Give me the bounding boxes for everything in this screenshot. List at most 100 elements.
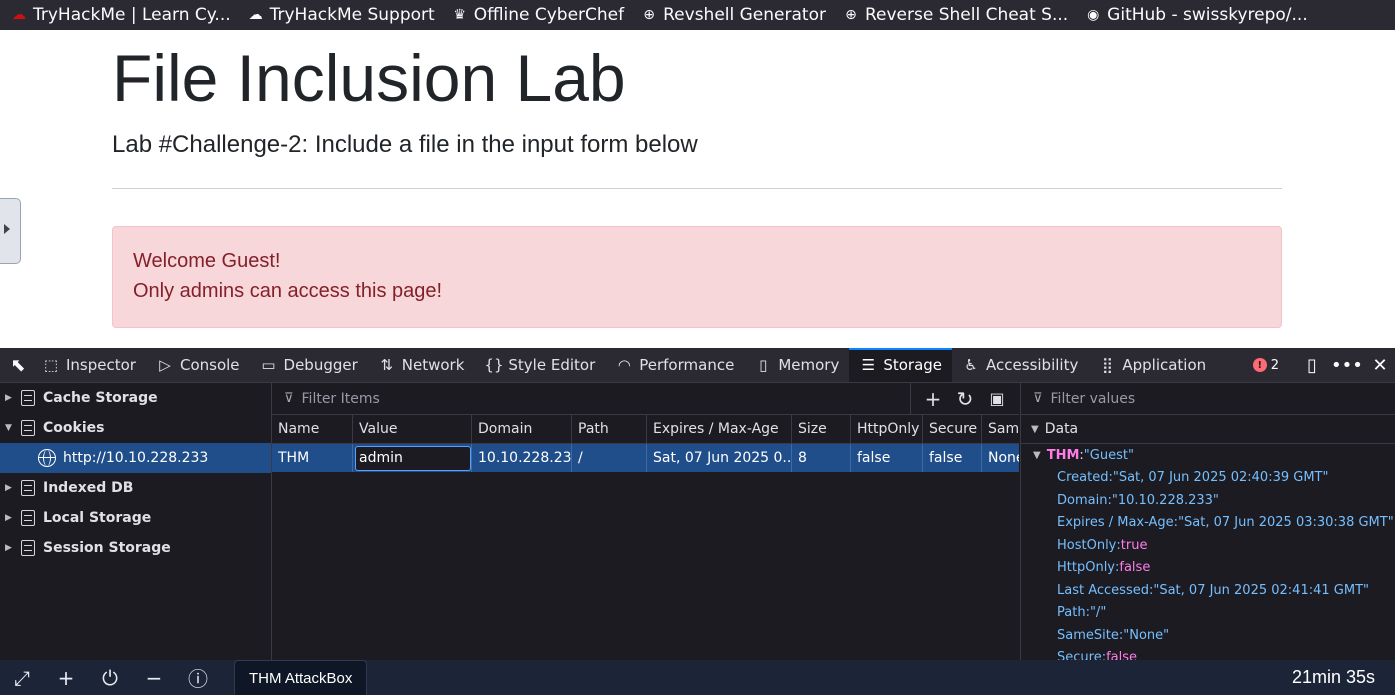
column-header-domain[interactable]: Domain <box>472 415 572 443</box>
expand-arrow-icon[interactable]: ▶ <box>5 393 15 403</box>
page-title: File Inclusion Lab <box>112 41 626 115</box>
bookmark-revshell[interactable]: ⊕ Revshell Generator <box>640 5 826 25</box>
column-header-size[interactable]: Size <box>792 415 851 443</box>
tab-network[interactable]: ⇅ Network <box>368 348 475 382</box>
column-header-name[interactable]: Name <box>272 415 353 443</box>
more-options-icon[interactable]: ••• <box>1331 355 1363 376</box>
power-icon[interactable]: ⏻ <box>88 666 132 690</box>
data-prop-samesite[interactable]: SameSite: "None" <box>1057 624 1169 646</box>
expand-arrow-icon[interactable]: ▶ <box>5 513 15 523</box>
cell-secure[interactable]: false <box>923 444 982 472</box>
tab-inspector[interactable]: ⬚ Inspector <box>32 348 146 382</box>
plus-icon[interactable]: + <box>44 666 88 690</box>
side-panel-handle[interactable] <box>0 198 21 264</box>
tree-item-cookies[interactable]: ▼ Cookies <box>0 413 271 443</box>
tab-application[interactable]: ⣿ Application <box>1088 348 1216 382</box>
divider <box>112 188 1282 189</box>
cell-expires[interactable]: Sat, 07 Jun 2025 0... <box>647 444 792 472</box>
root-value: "Guest" <box>1083 447 1134 463</box>
cell-name[interactable]: THM <box>272 444 353 472</box>
globe-icon: ⊕ <box>643 7 655 23</box>
tab-memory[interactable]: ▯ Memory <box>744 348 849 382</box>
bookmark-github[interactable]: ◉ GitHub - swisskyrepo/... <box>1084 5 1308 25</box>
info-icon[interactable]: ⓘ <box>176 663 220 692</box>
page-lead: Lab #Challenge-2: Include a file in the … <box>112 131 698 158</box>
data-root-entry[interactable]: ▼ THM: "Guest" <box>1021 444 1134 466</box>
bookmark-reverse-shell-cheat[interactable]: ⊕ Reverse Shell Cheat S... <box>842 5 1068 25</box>
close-icon[interactable]: ✕ <box>1365 355 1395 376</box>
column-header-expires[interactable]: Expires / Max-Age <box>647 415 792 443</box>
memory-icon: ▯ <box>759 356 768 374</box>
data-prop-path[interactable]: Path: "/" <box>1057 601 1106 623</box>
filter-values-input[interactable] <box>1048 389 1353 408</box>
data-section-header[interactable]: ▼ Data <box>1021 415 1395 444</box>
cell-path[interactable]: / <box>572 444 647 472</box>
prop-key: SameSite <box>1057 627 1119 643</box>
data-prop-created[interactable]: Created: "Sat, 07 Jun 2025 02:40:39 GMT" <box>1057 466 1328 488</box>
database-icon <box>21 510 35 526</box>
bookmark-label: Revshell Generator <box>663 5 826 25</box>
web-page: File Inclusion Lab Lab #Challenge-2: Inc… <box>0 30 1395 348</box>
globe-icon <box>38 449 56 467</box>
filter-items-input[interactable] <box>299 389 804 408</box>
tab-label: Memory <box>778 356 840 374</box>
data-prop-httponly[interactable]: HttpOnly: false <box>1057 556 1150 578</box>
error-count-badge[interactable]: ! 2 <box>1252 358 1279 373</box>
data-prop-domain[interactable]: Domain: "10.10.228.233" <box>1057 489 1219 511</box>
table-row[interactable]: THM admin 10.10.228.233 / Sat, 07 Jun 20… <box>272 444 1019 472</box>
collapse-arrow-icon[interactable]: ▼ <box>1033 450 1041 461</box>
accessibility-icon: ♿ <box>964 356 978 374</box>
refresh-icon[interactable]: ↻ <box>949 387 981 411</box>
tree-item-local-storage[interactable]: ▶ Local Storage <box>0 503 271 533</box>
cookie-table: ⊽ + ↻ ▣ Name Value Domain Path Expires /… <box>272 383 1019 694</box>
tab-label: Style Editor <box>508 356 596 374</box>
column-header-path[interactable]: Path <box>572 415 647 443</box>
style-editor-icon: {} <box>484 356 504 374</box>
tree-item-indexed-db[interactable]: ▶ Indexed DB <box>0 473 271 503</box>
collapse-arrow-icon[interactable]: ▼ <box>1031 424 1039 435</box>
bookmark-cyberchef[interactable]: ♛ Offline CyberChef <box>451 5 624 25</box>
cell-size[interactable]: 8 <box>792 444 851 472</box>
tab-style-editor[interactable]: {} Style Editor <box>474 348 605 382</box>
data-header-label: Data <box>1044 421 1079 437</box>
tab-performance[interactable]: ◠ Performance <box>605 348 744 382</box>
prop-key: HostOnly <box>1057 537 1117 553</box>
data-prop-secure[interactable]: Secure: false <box>1057 646 1137 661</box>
data-prop-expires[interactable]: Expires / Max-Age: "Sat, 07 Jun 2025 03:3… <box>1057 511 1394 533</box>
column-header-samesite[interactable]: Same <box>982 415 1019 443</box>
column-header-secure[interactable]: Secure <box>923 415 982 443</box>
tab-debugger[interactable]: ▭ Debugger <box>250 348 368 382</box>
toggle-sidebar-icon[interactable]: ▣ <box>981 389 1013 408</box>
error-icon: ! <box>1252 358 1267 372</box>
bookmark-label: GitHub - swisskyrepo/... <box>1107 5 1308 25</box>
tree-item-cookie-host[interactable]: http://10.10.228.233 <box>0 443 271 473</box>
cell-httponly[interactable]: false <box>851 444 923 472</box>
tree-item-session-storage[interactable]: ▶ Session Storage <box>0 533 271 563</box>
column-header-httponly[interactable]: HttpOnly <box>851 415 923 443</box>
debugger-icon: ▭ <box>261 356 276 374</box>
cell-samesite[interactable]: None <box>982 444 1019 472</box>
collapse-arrow-icon[interactable]: ▼ <box>5 423 15 433</box>
attackbox-tab[interactable]: THM AttackBox <box>234 660 368 695</box>
cell-domain[interactable]: 10.10.228.233 <box>472 444 572 472</box>
expand-arrow-icon[interactable]: ▶ <box>5 543 15 553</box>
prop-value: "Sat, 07 Jun 2025 02:41:41 GMT" <box>1153 582 1369 598</box>
tree-item-cache-storage[interactable]: ▶ Cache Storage <box>0 383 271 413</box>
data-prop-last-accessed[interactable]: Last Accessed: "Sat, 07 Jun 2025 02:41:41… <box>1057 579 1369 601</box>
column-header-value[interactable]: Value <box>353 415 472 443</box>
tab-console[interactable]: ▷ Console <box>146 348 250 382</box>
bookmark-tryhackme[interactable]: ☁ TryHackMe | Learn Cy... <box>10 5 231 25</box>
fullscreen-icon[interactable]: ⤢ <box>0 666 44 690</box>
alert-line-welcome: Welcome Guest! <box>133 250 281 272</box>
tab-storage[interactable]: ☰ Storage <box>849 348 953 382</box>
responsive-design-icon[interactable]: ▯ <box>1297 355 1327 376</box>
data-prop-hostonly[interactable]: HostOnly: true <box>1057 534 1147 556</box>
expand-arrow-icon[interactable]: ▶ <box>5 483 15 493</box>
cookie-value-editor[interactable]: admin <box>355 445 471 471</box>
add-item-icon[interactable]: + <box>917 387 949 411</box>
cell-value[interactable]: admin <box>353 444 472 472</box>
element-picker-icon[interactable]: ⬉ <box>4 348 32 382</box>
tab-accessibility[interactable]: ♿ Accessibility <box>952 348 1088 382</box>
minus-icon[interactable]: − <box>132 666 176 690</box>
bookmark-thm-support[interactable]: ☁ TryHackMe Support <box>247 5 435 25</box>
